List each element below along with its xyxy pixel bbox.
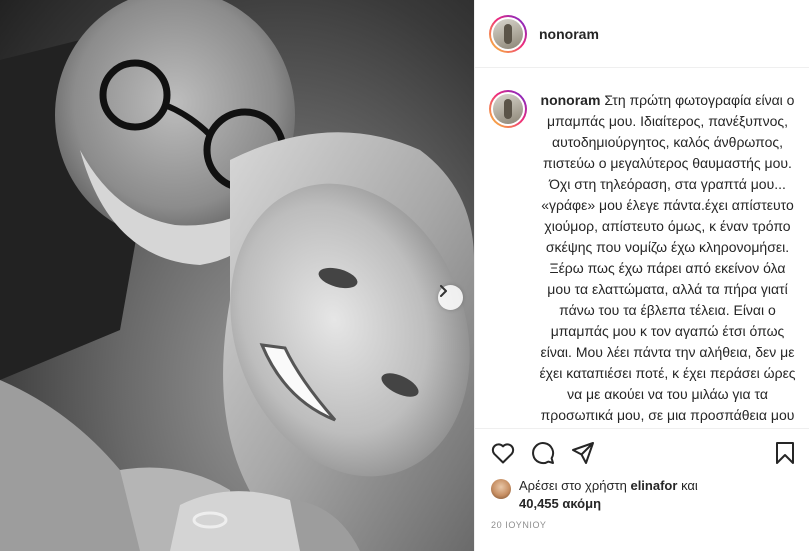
likes-summary: Αρέσει στο χρήστη elinafor και 40,455 ακ… xyxy=(491,477,698,513)
bookmark-icon[interactable] xyxy=(774,441,796,470)
heart-icon[interactable] xyxy=(491,442,515,464)
username-link[interactable]: nonoram xyxy=(539,26,599,42)
post-date[interactable]: 20 ΙΟΥΝΙΟΥ xyxy=(491,520,546,530)
paper-plane-icon[interactable] xyxy=(571,441,595,465)
comment-bubble-icon[interactable] xyxy=(531,441,555,465)
post-header: nonoram xyxy=(475,0,809,68)
post-photo xyxy=(0,0,474,551)
caption: nonoram Στη πρώτη φωτογραφία είναι ο μπα… xyxy=(489,90,796,428)
caption-text: nonoram Στη πρώτη φωτογραφία είναι ο μπα… xyxy=(539,90,796,428)
actions-area: Αρέσει στο χρήστη elinafor και 40,455 ακ… xyxy=(475,428,809,551)
likes-count[interactable]: 40,455 ακόμη xyxy=(519,496,601,511)
post-details-panel: nonoram nonoram Στη πρώτη φωτογραφία είν… xyxy=(474,0,809,551)
caption-username[interactable]: nonoram xyxy=(541,92,601,108)
next-photo-button[interactable] xyxy=(438,285,463,310)
caption-body: Στη πρώτη φωτογραφία είναι ο μπαμπάς μου… xyxy=(539,92,796,423)
likes-prefix: Αρέσει στο χρήστη xyxy=(519,478,627,493)
liked-by-user[interactable]: elinafor xyxy=(630,478,677,493)
likes-conjunction: και xyxy=(681,478,698,493)
photo-illustration xyxy=(0,0,474,551)
chevron-right-icon xyxy=(440,285,447,297)
liker-avatar[interactable] xyxy=(491,479,511,499)
caption-avatar[interactable] xyxy=(489,90,527,128)
comments-section[interactable]: nonoram Στη πρώτη φωτογραφία είναι ο μπα… xyxy=(475,68,809,428)
profile-avatar[interactable] xyxy=(489,14,527,53)
